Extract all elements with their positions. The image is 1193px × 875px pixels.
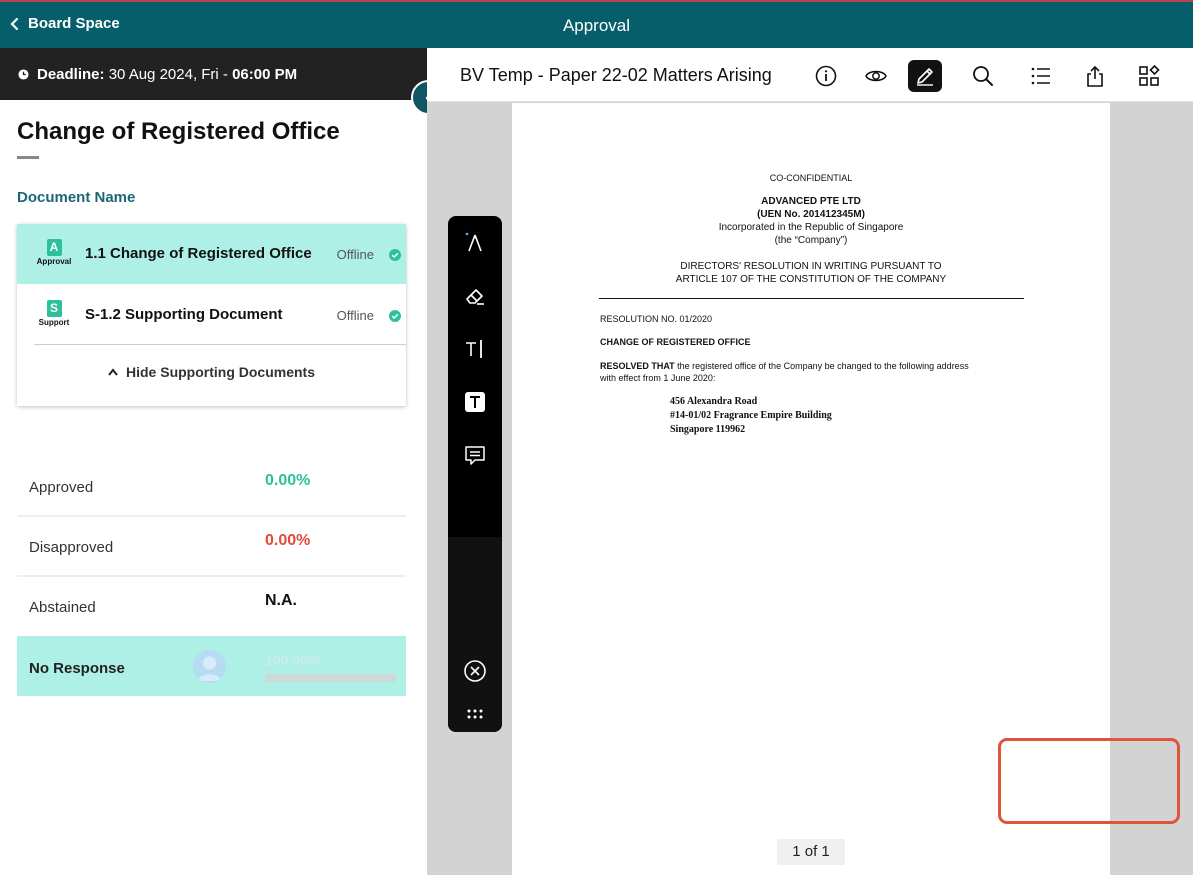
deadline-time: 06:00 PM (232, 65, 298, 83)
pdf-incorporated: Incorporated in the Republic of Singapor… (718, 222, 904, 233)
share-icon[interactable] (1078, 60, 1112, 92)
stat-disapproved: Disapproved 0.00% (17, 514, 406, 574)
pdf-address-line: 456 Alexandra Road (670, 396, 758, 407)
progress-fill (265, 674, 396, 682)
pdf-rule (599, 298, 1024, 299)
pdf-uen: (UEN No. 201412345M) (757, 209, 865, 220)
eraser-icon[interactable] (458, 279, 492, 313)
stat-label: No Response (29, 660, 125, 677)
deadline-date: 30 Aug 2024, Fri - (108, 65, 233, 83)
stat-label: Disapproved (29, 539, 114, 556)
text-cursor-icon[interactable] (458, 332, 492, 366)
annotation-highlight-box (998, 738, 1180, 824)
hide-supporting-documents-button[interactable]: Hide Supporting Documents (17, 364, 406, 380)
pdf-resolved-text: the registered office of the Company be … (674, 361, 969, 371)
stat-value: 0.00% (265, 532, 311, 549)
hide-supporting-label: Hide Supporting Documents (126, 364, 315, 380)
pdf-company-alias: (the “Company”) (774, 235, 848, 246)
pen-icon[interactable] (458, 226, 492, 260)
pdf-resolved-line2: with effect from 1 June 2020: (600, 373, 716, 383)
stat-value: 0.00% (265, 472, 311, 489)
info-icon[interactable] (809, 60, 843, 92)
document-title: BV Temp - Paper 22-02 Matters Arising (460, 65, 772, 85)
stat-value: N.A. (265, 592, 297, 609)
check-icon (389, 310, 401, 322)
avatar (193, 650, 226, 683)
document-status: Offline (336, 308, 374, 323)
document-item[interactable]: S Support S-1.2 Supporting Document Offl… (17, 285, 406, 345)
support-badge-icon: S Support (38, 300, 70, 327)
divider (34, 344, 406, 345)
deadline-label: Deadline: (37, 65, 105, 83)
pdf-heading-line1: DIRECTORS' RESOLUTION IN WRITING PURSUAN… (680, 261, 942, 272)
pdf-address-line: #14-01/02 Fragrance Empire Building (670, 410, 832, 421)
page-counter: 1 of 1 (777, 839, 845, 865)
pdf-subject: CHANGE OF REGISTERED OFFICE (600, 337, 751, 347)
document-name-label: Document Name (17, 189, 136, 206)
left-panel: Deadline: 30 Aug 2024, Fri - 06:00 PM Ch… (0, 48, 427, 875)
list-icon[interactable] (1024, 60, 1058, 92)
close-circle-icon[interactable] (458, 654, 492, 688)
check-icon (389, 249, 401, 261)
eye-icon[interactable] (859, 60, 893, 92)
pdf-heading-line2: ARTICLE 107 OF THE CONSTITUTION OF THE C… (675, 274, 947, 285)
clock-icon (18, 68, 29, 80)
progress-bar (265, 674, 396, 682)
pdf-resolved-bold: RESOLVED THAT (600, 361, 675, 371)
document-status: Offline (336, 247, 374, 262)
document-item[interactable]: A Approval 1.1 Change of Registered Offi… (17, 224, 406, 284)
deadline-bar: Deadline: 30 Aug 2024, Fri - 06:00 PM (0, 48, 427, 100)
page-title: Approval (562, 16, 631, 35)
pdf-confidential: CO-CONFIDENTIAL (769, 173, 853, 183)
comment-icon[interactable] (458, 438, 492, 472)
annotation-toolbar (448, 216, 502, 732)
pdf-address-line: Singapore 119962 (670, 424, 746, 435)
stat-label: Abstained (29, 599, 96, 616)
text-box-icon[interactable] (458, 385, 492, 419)
approval-badge-icon: A Approval (36, 239, 72, 266)
stat-abstained: Abstained N.A. (17, 574, 406, 634)
pdf-company: ADVANCED PTE LTD (761, 196, 861, 207)
stat-value: 100.00% (265, 652, 321, 668)
pencil-icon[interactable] (908, 60, 942, 92)
more-dots-icon[interactable] (458, 697, 492, 731)
top-bar: Board Space Approval (0, 0, 1193, 48)
pdf-resolution-no: RESOLUTION NO. 01/2020 (600, 314, 713, 324)
title-underline (17, 156, 39, 159)
document-list: A Approval 1.1 Change of Registered Offi… (17, 224, 406, 406)
stat-label: Approved (29, 479, 94, 496)
stat-no-response[interactable]: No Response 100.00% (17, 636, 406, 696)
apps-icon[interactable] (1132, 60, 1166, 92)
document-name: S-1.2 Supporting Document (85, 306, 283, 323)
chevron-up-icon (108, 368, 118, 376)
search-icon[interactable] (966, 60, 1000, 92)
document-name: 1.1 Change of Registered Office (85, 245, 312, 262)
resolution-title: Change of Registered Office (17, 118, 340, 145)
viewer-toolbar: BV Temp - Paper 22-02 Matters Arising (427, 48, 1193, 102)
pdf-resolved-line1: RESOLVED THAT the registered office of t… (600, 360, 969, 372)
stat-approved: Approved 0.00% (17, 454, 406, 514)
